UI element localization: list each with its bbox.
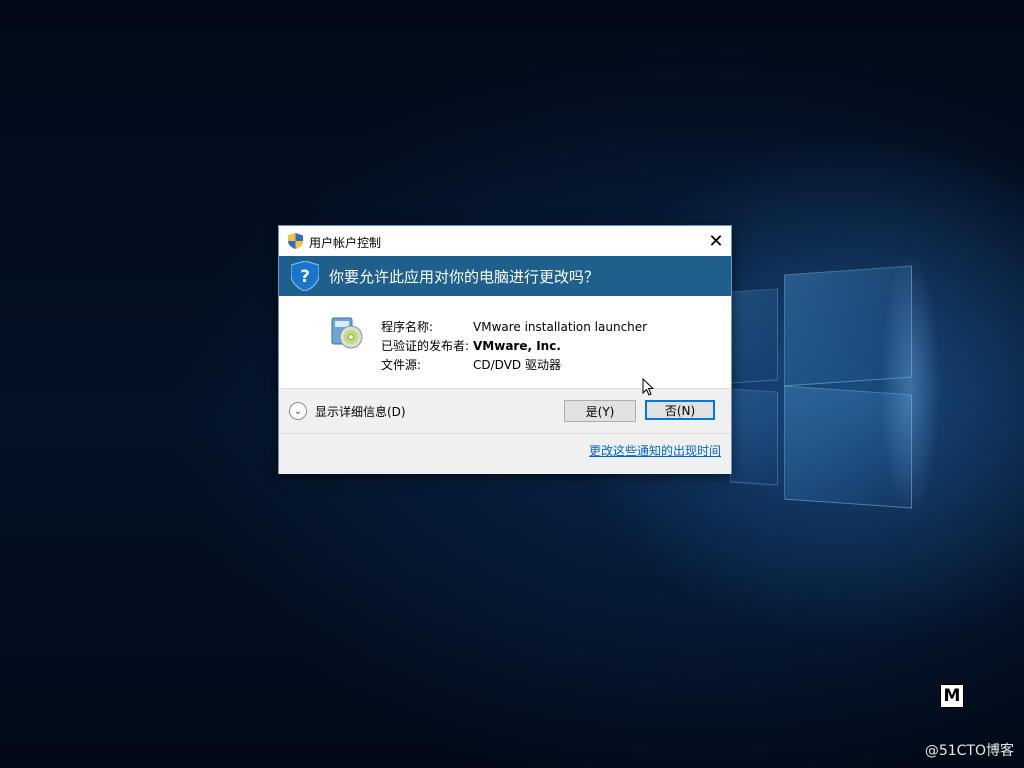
question-text: 你要允许此应用对你的电脑进行更改吗？ [329,268,600,286]
dialog-title: 用户帐户控制 [309,236,382,250]
field-program-name: 程序名称: VMware installation launcher [381,318,647,335]
app-info: 程序名称: VMware installation launcher 已验证的发布… [279,296,731,388]
field-value: VMware, Inc. [473,339,561,353]
uac-dialog: 用户帐户控制 ✕ ? 你要允许此应用对你的电脑进行更改吗？ 程序名称: VMwar… [278,225,732,474]
field-label: 文件源: [381,358,422,372]
dialog-footer: ⌄ 显示详细信息(D) 是(Y) 否(N) 更改这些通知的出现时间 [279,388,731,474]
question-shield-icon: ? [291,261,319,291]
show-details-toggle[interactable]: ⌄ 显示详细信息(D) [289,402,406,420]
change-notification-link[interactable]: 更改这些通知的出现时间 [589,442,721,459]
chevron-down-icon: ⌄ [289,402,307,420]
field-publisher: 已验证的发布者: VMware, Inc. [381,337,561,354]
uac-shield-icon [288,233,303,249]
svg-text:?: ? [300,267,310,287]
field-value: CD/DVD 驱动器 [473,358,561,372]
field-file-source: 文件源: CD/DVD 驱动器 [381,356,561,373]
show-details-label: 显示详细信息(D) [315,404,406,419]
watermark: @51CTO博客 [924,743,1014,759]
footer-divider [279,433,731,434]
close-icon: ✕ [708,230,724,252]
dialog-titlebar: 用户帐户控制 ✕ [279,226,731,256]
mouse-cursor-icon [642,378,654,396]
yes-button[interactable]: 是(Y) [564,400,636,422]
windows-logo-pane [730,388,778,486]
logo-glow [880,250,940,520]
field-label: 已验证的发布者: [381,339,470,353]
field-value: VMware installation launcher [473,320,648,334]
installer-disc-icon [331,317,363,349]
no-button[interactable]: 否(N) [645,400,715,420]
windows-logo-pane [730,288,778,384]
m-badge: M [940,684,964,708]
question-banner: ? 你要允许此应用对你的电脑进行更改吗？ [279,256,731,296]
close-button[interactable]: ✕ [701,226,731,256]
field-label: 程序名称: [381,320,434,334]
